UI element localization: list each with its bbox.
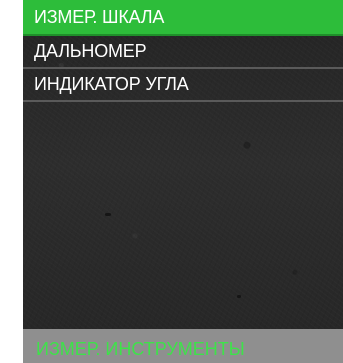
background-speck (105, 213, 111, 216)
menu-item-angle-indicator[interactable]: ИНДИКАТОР УГЛА (23, 69, 343, 102)
background-speck (237, 295, 241, 298)
menu-title-bar: ИЗМЕР. ИНСТРУМЕНТЫ (23, 329, 343, 363)
measure-menu: ИЗМЕР. ШКАЛА ДАЛЬНОМЕР ИНДИКАТОР УГЛА (23, 0, 343, 102)
menu-item-rangefinder[interactable]: ДАЛЬНОМЕР (23, 36, 343, 69)
menu-title: ИЗМЕР. ИНСТРУМЕНТЫ (36, 339, 245, 359)
camera-screen: ИЗМЕР. ШКАЛА ДАЛЬНОМЕР ИНДИКАТОР УГЛА ИЗ… (23, 0, 343, 363)
menu-item-scale[interactable]: ИЗМЕР. ШКАЛА (23, 0, 343, 36)
